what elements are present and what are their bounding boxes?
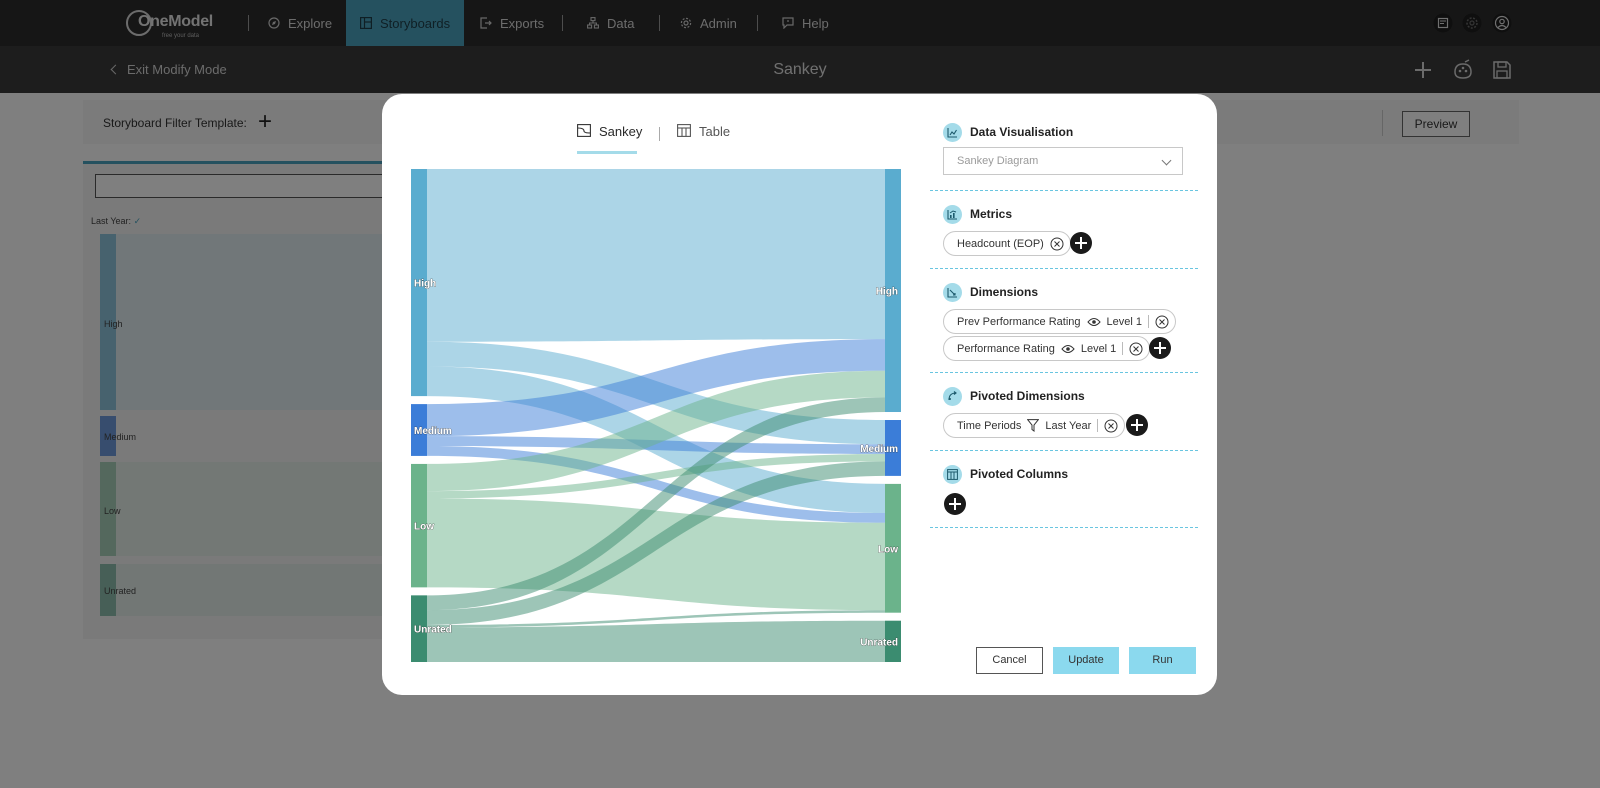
sankey-node-label: Low <box>878 544 898 555</box>
dimension-pill[interactable]: Prev Performance Rating Level 1 <box>943 309 1176 334</box>
sankey-node-label: Medium <box>414 426 452 437</box>
edit-visualisation-modal: Sankey Table High Medium Low Unrated High Med… <box>382 94 1217 695</box>
section-data-visualisation-title: Data Visualisation <box>970 125 1074 139</box>
add-pivoted-dimension-button[interactable] <box>1126 414 1148 436</box>
chevron-down-icon <box>1161 155 1172 166</box>
section-dimensions-header: Dimensions <box>943 282 1038 302</box>
section-dimensions: Dimensions Prev Performance Rating Level… <box>930 269 1198 373</box>
sankey-node-label: Unrated <box>860 637 898 648</box>
section-pivoted-columns-header: Pivoted Columns <box>943 464 1068 484</box>
section-metrics: Metrics Headcount (EOP) <box>930 191 1198 269</box>
add-dimension-button[interactable] <box>1149 337 1171 359</box>
add-pivoted-column-button[interactable] <box>944 493 966 515</box>
sankey-node-label: Low <box>414 522 434 533</box>
sankey-chart[interactable]: High Medium Low Unrated High Medium Low Unrated <box>411 169 901 662</box>
tab-sankey-label: Sankey <box>599 124 643 139</box>
tab-divider <box>659 127 660 141</box>
columns-icon <box>943 464 962 484</box>
filter-icon[interactable] <box>1027 419 1040 432</box>
pivot-icon <box>943 386 962 406</box>
metric-icon <box>943 204 962 224</box>
tab-sankey[interactable]: Sankey <box>577 124 642 154</box>
pivoted-dimension-label: Time Periods <box>957 419 1022 432</box>
sankey-node-label: Medium <box>860 444 898 455</box>
sankey-node-label: Unrated <box>414 625 452 636</box>
chart-icon <box>943 122 962 142</box>
active-tab-indicator <box>577 151 637 154</box>
sankey-icon <box>577 124 591 137</box>
remove-icon[interactable] <box>1050 237 1064 251</box>
visualisation-type-value: Sankey Diagram <box>957 155 1039 167</box>
eye-icon[interactable] <box>1061 344 1075 354</box>
section-dimensions-title: Dimensions <box>970 285 1039 299</box>
dimension-pill[interactable]: Performance Rating Level 1 <box>943 336 1151 361</box>
dimension-pill-label: Performance Rating <box>957 342 1055 355</box>
section-pivoted-columns-title: Pivoted Columns <box>970 467 1069 481</box>
sankey-node-label: High <box>414 279 436 290</box>
pill-divider <box>1147 315 1149 328</box>
section-pivoted-dimensions: Pivoted Dimensions Time Periods Last Yea… <box>930 373 1198 451</box>
section-pivoted-dimensions-title: Pivoted Dimensions <box>970 389 1085 403</box>
eye-icon[interactable] <box>1086 317 1101 327</box>
sankey-link <box>427 169 885 342</box>
update-button[interactable]: Update <box>1053 647 1119 674</box>
remove-icon[interactable] <box>1104 419 1118 433</box>
section-pivoted-dimensions-header: Pivoted Dimensions <box>943 386 1085 406</box>
section-data-visualisation-header: Data Visualisation <box>943 122 1073 142</box>
dimension-icon <box>943 282 962 302</box>
run-button[interactable]: Run <box>1129 647 1196 674</box>
metric-pill-label: Headcount (EOP) <box>957 237 1044 250</box>
section-metrics-title: Metrics <box>970 207 1013 221</box>
section-metrics-header: Metrics <box>943 204 1012 224</box>
dimension-level-label: Level 1 <box>1106 315 1142 328</box>
remove-icon[interactable] <box>1129 342 1143 356</box>
pill-divider <box>1097 419 1099 432</box>
pill-divider <box>1122 342 1124 355</box>
remove-icon[interactable] <box>1155 315 1169 329</box>
sankey-node-label: High <box>876 287 898 298</box>
pivoted-dimension-pill[interactable]: Time Periods Last Year <box>943 413 1126 438</box>
pivoted-dimension-filter: Last Year <box>1045 419 1092 432</box>
metric-pill[interactable]: Headcount (EOP) <box>943 231 1071 256</box>
cancel-button[interactable]: Cancel <box>976 647 1043 674</box>
section-pivoted-columns: Pivoted Columns <box>930 451 1198 528</box>
dimension-level-label: Level 1 <box>1080 342 1117 355</box>
tab-table-label: Table <box>699 124 731 139</box>
table-icon <box>677 124 691 137</box>
dimension-pill-label: Prev Performance Rating <box>957 315 1081 328</box>
section-data-visualisation: Data Visualisation Sankey Diagram <box>930 122 1198 191</box>
tab-table[interactable]: Table <box>677 124 730 154</box>
visualisation-type-select[interactable]: Sankey Diagram <box>943 147 1183 175</box>
add-metric-button[interactable] <box>1070 232 1092 254</box>
